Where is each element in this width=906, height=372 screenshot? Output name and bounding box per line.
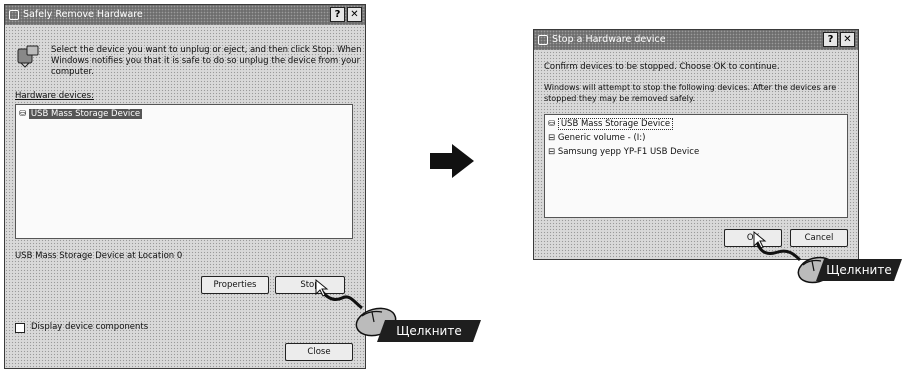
- info-line-2: stopped they may be removed safely.: [544, 94, 695, 103]
- dialog-title: Stop a Hardware device: [552, 34, 666, 45]
- confirm-text: Confirm devices to be stopped. Choose OK…: [544, 62, 780, 72]
- dialog-titlebar: Stop a Hardware device ? ✕: [534, 30, 858, 50]
- hardware-icon: [538, 35, 548, 45]
- instruction-line-3: computer.: [51, 67, 94, 77]
- display-components-label: Display device components: [31, 322, 149, 332]
- drive-icon: ⊟: [548, 147, 556, 157]
- list-item[interactable]: ⛁ USB Mass Storage Device: [548, 118, 674, 130]
- list-item[interactable]: ⊟ Generic volume - (I:): [548, 132, 645, 144]
- device-label: USB Mass Storage Device: [557, 118, 674, 130]
- click-callout-left: Щелкните: [377, 320, 481, 342]
- instruction-line-1: Select the device you want to unplug or …: [51, 45, 362, 55]
- device-label: Generic volume - (I:): [557, 133, 646, 143]
- devices-to-stop-list[interactable]: ⛁ USB Mass Storage Device ⊟ Generic volu…: [544, 114, 848, 218]
- dialog-title: Safely Remove Hardware: [23, 9, 143, 20]
- close-x-button[interactable]: ✕: [840, 32, 855, 47]
- device-status-text: USB Mass Storage Device at Location 0: [15, 251, 183, 261]
- selected-device-label: USB Mass Storage Device: [28, 109, 143, 119]
- list-item-usb-mass-storage[interactable]: ⛁ USB Mass Storage Device: [19, 108, 143, 120]
- hardware-devices-label: Hardware devices:: [15, 91, 94, 101]
- list-item[interactable]: ⊟ Samsung yepp YP-F1 USB Device: [548, 146, 699, 158]
- usb-icon: ⛁: [548, 119, 556, 129]
- display-components-checkbox[interactable]: [15, 323, 25, 333]
- help-button[interactable]: ?: [330, 7, 345, 22]
- properties-button[interactable]: Properties: [201, 276, 269, 294]
- hardware-devices-list[interactable]: ⛁ USB Mass Storage Device: [15, 104, 353, 239]
- close-x-button[interactable]: ✕: [347, 7, 362, 22]
- stop-hardware-device-dialog: Stop a Hardware device ? ✕ Confirm devic…: [533, 29, 859, 260]
- help-button[interactable]: ?: [823, 32, 838, 47]
- dialog-titlebar: Safely Remove Hardware ? ✕: [5, 5, 365, 25]
- usb-icon: ⛁: [19, 109, 27, 119]
- device-label: Samsung yepp YP-F1 USB Device: [557, 147, 700, 157]
- usb-device-icon: [17, 45, 39, 68]
- drive-icon: ⊟: [548, 133, 556, 143]
- instruction-line-2: Windows notifies you that it is safe to …: [51, 56, 361, 66]
- right-arrow-icon: [430, 144, 474, 178]
- info-line-1: Windows will attempt to stop the followi…: [544, 83, 837, 92]
- click-callout-right: Щелкните: [816, 259, 902, 281]
- hardware-icon: [9, 10, 19, 20]
